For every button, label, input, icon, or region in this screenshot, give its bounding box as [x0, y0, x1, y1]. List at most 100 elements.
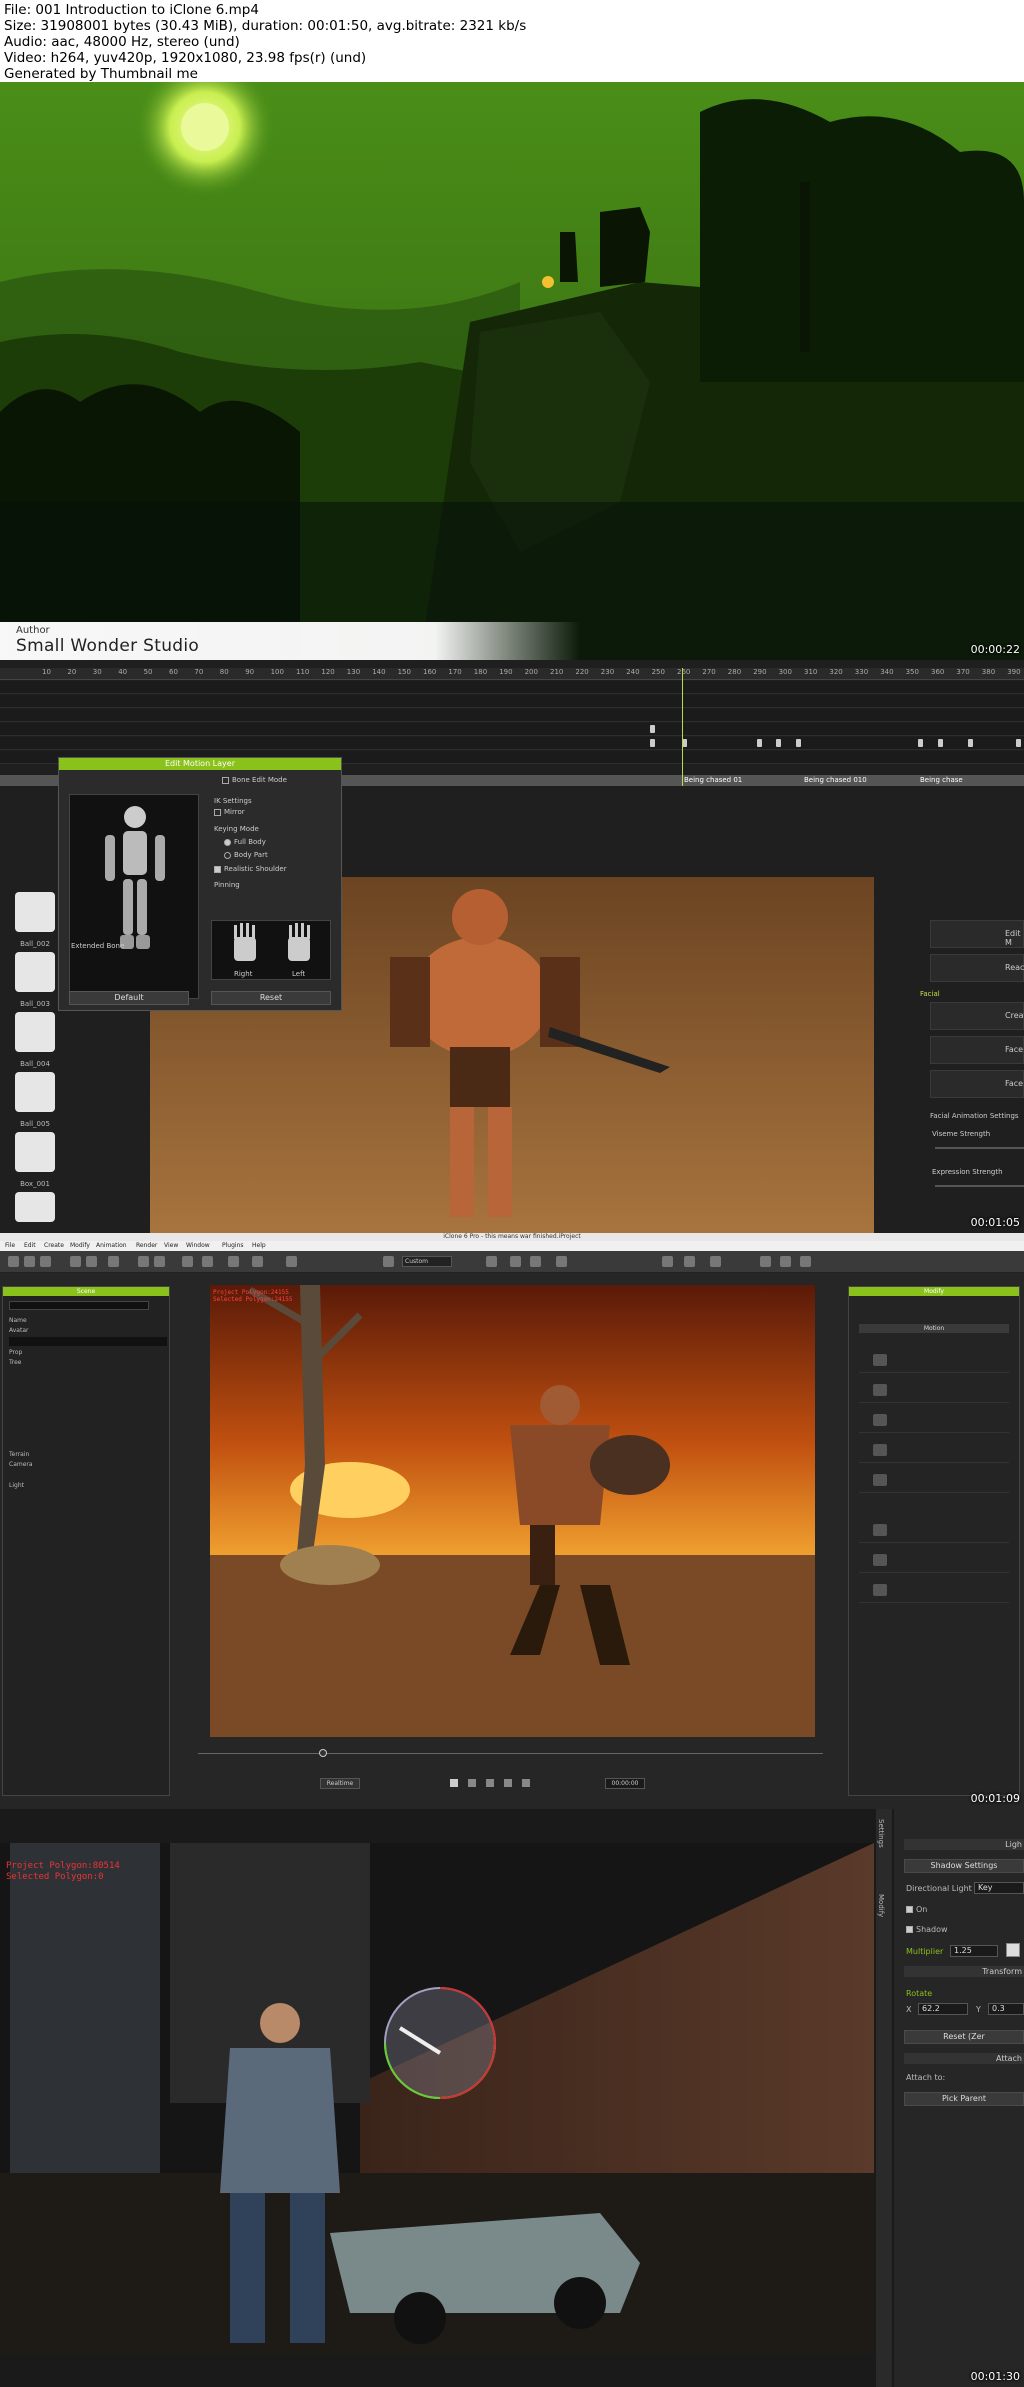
hands-panel[interactable]: Right Left: [211, 920, 331, 980]
scale-icon[interactable]: [252, 1256, 263, 1267]
hand-icon[interactable]: [760, 1256, 771, 1267]
move-icon[interactable]: [202, 1256, 213, 1267]
prev-frame-icon[interactable]: [468, 1779, 476, 1787]
library-item[interactable]: Ball_004: [15, 1058, 55, 1112]
redo-icon[interactable]: [154, 1256, 165, 1267]
menu-bar[interactable]: File Edit Create Modify Animation Render…: [0, 1241, 1024, 1251]
library-item[interactable]: Ball_003: [15, 998, 55, 1052]
tree-prop[interactable]: Prop: [9, 1349, 22, 1356]
library-item[interactable]: [15, 892, 55, 932]
motion-row[interactable]: [859, 1469, 1009, 1493]
light-section-header[interactable]: Ligh: [904, 1839, 1024, 1850]
edit-motion-layer-dialog[interactable]: Edit Motion Layer Bone Edit Mode IK Sett…: [58, 757, 342, 1011]
body-part-radio[interactable]: Body Part: [224, 851, 268, 859]
clip-label[interactable]: Being chased 010: [804, 775, 867, 786]
motion-row[interactable]: [859, 1519, 1009, 1543]
keyframe[interactable]: [1016, 739, 1021, 747]
create-script-button[interactable]: Creat: [930, 1002, 1024, 1030]
shadow-settings-button[interactable]: Shadow Settings: [904, 1859, 1024, 1873]
grid-icon[interactable]: [510, 1256, 521, 1267]
pen-icon[interactable]: [710, 1256, 721, 1267]
keyframe[interactable]: [776, 739, 781, 747]
fx-icon[interactable]: [556, 1256, 567, 1267]
library-item[interactable]: Box_001: [15, 1178, 55, 1222]
menu-plugins[interactable]: Plugins: [222, 1241, 244, 1251]
on-checkbox[interactable]: On: [906, 1905, 927, 1914]
light-type-dropdown[interactable]: Key: [974, 1882, 1024, 1894]
hands-icon[interactable]: [212, 921, 332, 981]
timeline-track[interactable]: [0, 723, 1024, 736]
menu-view[interactable]: View: [164, 1241, 178, 1251]
light-color-swatch[interactable]: [1006, 1943, 1020, 1957]
shadow-checkbox[interactable]: Shadow: [906, 1925, 948, 1934]
timeline-slider-track[interactable]: [198, 1753, 823, 1754]
realistic-shoulder-checkbox[interactable]: Realistic Shoulder: [214, 865, 287, 873]
transform-section-header[interactable]: Transform: [904, 1966, 1024, 1977]
viewport[interactable]: [0, 1843, 874, 2354]
menu-render[interactable]: Render: [136, 1241, 157, 1251]
tree-avatar[interactable]: Avatar: [9, 1327, 28, 1334]
reach-target-button[interactable]: Reac: [930, 954, 1024, 982]
timeline-slider-handle[interactable]: [319, 1749, 327, 1757]
menu-animation[interactable]: Animation: [96, 1241, 127, 1251]
mirror-checkbox[interactable]: Mirror: [214, 808, 245, 816]
expression-strength-slider[interactable]: [935, 1185, 1024, 1187]
menu-modify[interactable]: Modify: [70, 1241, 90, 1251]
orbit-icon[interactable]: [800, 1256, 811, 1267]
ball-thumbnail[interactable]: [15, 892, 55, 932]
keyframe[interactable]: [650, 739, 655, 747]
timeline-track[interactable]: [0, 737, 1024, 750]
snap-icon[interactable]: [286, 1256, 297, 1267]
time-field[interactable]: 00:00:00: [605, 1778, 645, 1789]
keyframe[interactable]: [757, 739, 762, 747]
reset-zero-button[interactable]: Reset (Zer: [904, 2030, 1024, 2044]
camera-icon[interactable]: [383, 1256, 394, 1267]
keyframe[interactable]: [938, 739, 943, 747]
motion-row[interactable]: [859, 1579, 1009, 1603]
view-icon[interactable]: [486, 1256, 497, 1267]
tree-light[interactable]: Light: [9, 1482, 24, 1489]
modify-panel[interactable]: Modify Motion: [848, 1286, 1020, 1796]
reset-button[interactable]: Reset: [211, 991, 331, 1005]
menu-help[interactable]: Help: [252, 1241, 266, 1251]
motion-row[interactable]: [859, 1379, 1009, 1403]
tree-selected-row[interactable]: [9, 1337, 167, 1346]
play-icon[interactable]: [486, 1779, 494, 1787]
tree-terrain[interactable]: Terrain: [9, 1451, 29, 1458]
import-icon[interactable]: [70, 1256, 81, 1267]
edit-motion-button[interactable]: Edit M: [930, 920, 1024, 948]
scene-search-input[interactable]: [9, 1301, 149, 1310]
loop-icon[interactable]: [522, 1779, 530, 1787]
tree-tree[interactable]: Tree: [9, 1359, 22, 1366]
timeline-ruler[interactable]: 10 20 30 40 50 60 70 80 90 100 110 120 130 140 150 160 1…: [0, 668, 1024, 680]
main-toolbar[interactable]: Custom: [0, 1251, 1024, 1273]
menu-create[interactable]: Create: [44, 1241, 64, 1251]
skeleton-figure[interactable]: [70, 795, 200, 1000]
ball-thumbnail[interactable]: [15, 1012, 55, 1052]
keyframe[interactable]: [796, 739, 801, 747]
skeleton-panel[interactable]: [69, 794, 199, 999]
brush-icon[interactable]: [662, 1256, 673, 1267]
render-icon[interactable]: [108, 1256, 119, 1267]
bone-edit-mode-checkbox[interactable]: Bone Edit Mode: [222, 776, 287, 784]
motion-row[interactable]: [859, 1409, 1009, 1433]
undo-icon[interactable]: [138, 1256, 149, 1267]
next-frame-icon[interactable]: [504, 1779, 512, 1787]
keyframe[interactable]: [968, 739, 973, 747]
box-thumbnail[interactable]: [15, 1192, 55, 1222]
tab-modify[interactable]: Modify: [877, 1894, 885, 1917]
realtime-dropdown[interactable]: Realtime: [320, 1778, 360, 1789]
side-tab-strip[interactable]: Settings Modify: [876, 1809, 892, 2387]
new-icon[interactable]: [8, 1256, 19, 1267]
attach-section-header[interactable]: Attach: [904, 2053, 1024, 2064]
timeline-track[interactable]: [0, 681, 1024, 694]
full-body-radio[interactable]: Full Body: [224, 838, 266, 846]
tab-settings[interactable]: Settings: [877, 1819, 885, 1848]
clip-label[interactable]: Being chased 01: [684, 775, 742, 786]
export-icon[interactable]: [86, 1256, 97, 1267]
paint-icon[interactable]: [684, 1256, 695, 1267]
viewport[interactable]: Project Polygon:24155 Selected Polygon:2…: [210, 1285, 815, 1737]
ball-thumbnail[interactable]: [15, 952, 55, 992]
light-settings-panel[interactable]: Ligh Shadow Settings Directional Light K…: [894, 1809, 1024, 2387]
timeline-track[interactable]: [0, 709, 1024, 722]
